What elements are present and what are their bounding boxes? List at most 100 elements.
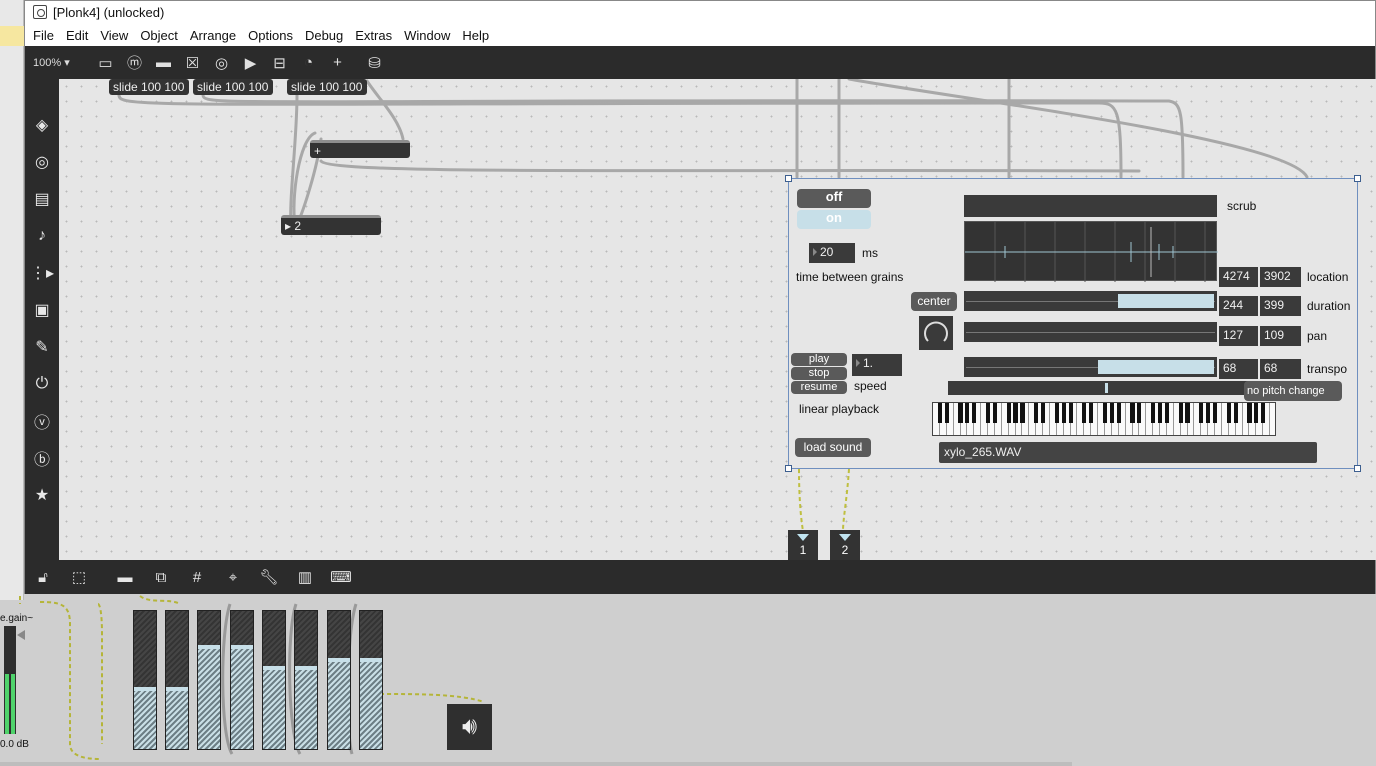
piano-black-key[interactable] xyxy=(1109,403,1114,423)
menu-options[interactable]: Options xyxy=(242,28,299,43)
location-number-a[interactable]: 4274 xyxy=(1219,267,1258,287)
piano-black-key[interactable] xyxy=(1006,403,1011,423)
fader-knob[interactable] xyxy=(360,658,382,662)
piano-black-key[interactable] xyxy=(1185,403,1190,423)
gain-fader[interactable] xyxy=(327,610,351,750)
menu-window[interactable]: Window xyxy=(398,28,456,43)
on-button[interactable]: on xyxy=(797,210,871,229)
piano-black-key[interactable] xyxy=(1261,403,1266,423)
fader-knob[interactable] xyxy=(134,687,156,691)
piano-black-key[interactable] xyxy=(1247,403,1252,423)
piano-black-key[interactable] xyxy=(1151,403,1156,423)
scrub-slider[interactable] xyxy=(964,195,1217,217)
pitch-slider[interactable] xyxy=(948,381,1248,395)
number-icon[interactable]: ▶ xyxy=(236,46,265,79)
gain-fader[interactable] xyxy=(262,610,286,750)
piano-black-key[interactable] xyxy=(1054,403,1059,423)
fader-knob[interactable] xyxy=(295,666,317,670)
piano-black-key[interactable] xyxy=(1116,403,1121,423)
zoom-dropdown[interactable]: 100% ▾ xyxy=(33,56,91,69)
menu-object[interactable]: Object xyxy=(134,28,184,43)
resize-handle[interactable] xyxy=(1354,465,1361,472)
pan-dial[interactable] xyxy=(919,316,953,350)
fader-knob[interactable] xyxy=(263,666,285,670)
piano-black-key[interactable] xyxy=(1041,403,1046,423)
transpo-number-b[interactable]: 68 xyxy=(1260,359,1301,379)
fader-knob[interactable] xyxy=(231,645,253,649)
waveform-display[interactable] xyxy=(964,221,1218,282)
duration-slider[interactable] xyxy=(964,291,1217,311)
speed-number[interactable]: 1. xyxy=(852,354,902,376)
duration-number-b[interactable]: 399 xyxy=(1260,296,1301,316)
resize-handle[interactable] xyxy=(785,175,792,182)
sequencer-icon[interactable]: ⋮▸ xyxy=(25,257,59,289)
presentation-icon[interactable]: ▭ xyxy=(91,46,120,79)
add-icon[interactable]: + xyxy=(323,46,352,79)
plug-icon[interactable]: ⏻ xyxy=(25,368,59,400)
piano-black-key[interactable] xyxy=(1034,403,1039,423)
layers-icon[interactable]: ⧉ xyxy=(143,560,179,594)
button-icon[interactable]: ☒ xyxy=(178,46,207,79)
menu-edit[interactable]: Edit xyxy=(60,28,94,43)
piano-black-key[interactable] xyxy=(1068,403,1073,423)
gain-fader[interactable] xyxy=(294,610,318,750)
gain-fader[interactable] xyxy=(359,610,383,750)
target-icon[interactable]: ◎ xyxy=(25,146,59,178)
menu-help[interactable]: Help xyxy=(456,28,495,43)
divide-number-box[interactable]: ▸ 2 xyxy=(281,215,381,235)
comment-icon[interactable]: ▬ xyxy=(107,560,143,594)
duration-number-a[interactable]: 244 xyxy=(1219,296,1258,316)
slide-object-2[interactable]: slide 100 100 xyxy=(193,79,273,95)
piano-keyboard[interactable] xyxy=(932,402,1276,436)
resize-handle[interactable] xyxy=(1354,175,1361,182)
keyboard-icon[interactable]: ⌨ xyxy=(323,560,359,594)
outlet-1[interactable]: 1 xyxy=(788,530,818,560)
piano-black-key[interactable] xyxy=(1157,403,1163,423)
piano-black-key[interactable] xyxy=(1164,403,1169,423)
message-icon[interactable]: ⓜ xyxy=(120,46,149,79)
comment-icon[interactable]: ▬ xyxy=(149,46,178,79)
presentation-mode-icon[interactable]: ⬚ xyxy=(61,560,97,594)
pan-number-a[interactable]: 127 xyxy=(1219,326,1258,346)
menu-view[interactable]: View xyxy=(94,28,134,43)
gain-fader[interactable] xyxy=(165,610,189,750)
piano-icon[interactable]: ▥ xyxy=(287,560,323,594)
plus-object[interactable]: + xyxy=(310,140,410,158)
image-icon[interactable]: ▣ xyxy=(25,294,59,326)
bpatcher-granular[interactable]: off on 20 ms time between grains scrub 4… xyxy=(785,175,1361,472)
menu-extras[interactable]: Extras xyxy=(349,28,398,43)
piano-black-key[interactable] xyxy=(972,403,977,423)
piano-black-key[interactable] xyxy=(958,403,963,423)
resume-button[interactable]: resume xyxy=(791,381,847,394)
piano-black-key[interactable] xyxy=(1199,403,1204,423)
piano-black-key[interactable] xyxy=(1102,403,1108,423)
slide-object-3[interactable]: slide 100 100 xyxy=(287,79,367,95)
piano-black-key[interactable] xyxy=(1130,403,1135,423)
paint-bucket-icon[interactable]: ⛁ xyxy=(360,46,389,79)
piano-black-key[interactable] xyxy=(1178,403,1183,423)
gain-fader[interactable] xyxy=(197,610,221,750)
horizontal-scrollbar[interactable] xyxy=(0,762,1072,766)
menu-debug[interactable]: Debug xyxy=(299,28,349,43)
menu-arrange[interactable]: Arrange xyxy=(184,28,242,43)
piano-black-key[interactable] xyxy=(937,403,942,423)
piano-black-key[interactable] xyxy=(1137,403,1142,423)
lock-icon[interactable]: 🔓︎ xyxy=(25,560,61,594)
piano-black-key[interactable] xyxy=(985,403,991,423)
vizzie-icon[interactable]: ⓥ xyxy=(25,405,59,437)
fader-knob[interactable] xyxy=(198,645,220,649)
gain-fader[interactable] xyxy=(133,610,157,750)
fader-knob[interactable] xyxy=(166,687,188,691)
pan-slider[interactable] xyxy=(964,322,1217,342)
load-sound-button[interactable]: load sound xyxy=(795,438,871,457)
gain-arrow-icon[interactable] xyxy=(17,630,25,640)
menu-file[interactable]: File xyxy=(27,28,60,43)
piano-black-key[interactable] xyxy=(1061,403,1066,423)
snap-icon[interactable]: ⌖ xyxy=(215,560,251,594)
piano-white-key[interactable] xyxy=(1270,403,1275,435)
stop-button[interactable]: stop xyxy=(791,367,847,380)
piano-black-key[interactable] xyxy=(1226,403,1231,423)
piano-black-key[interactable] xyxy=(1020,403,1025,423)
favorites-icon[interactable]: ★ xyxy=(25,479,59,511)
location-number-b[interactable]: 3902 xyxy=(1260,267,1301,287)
